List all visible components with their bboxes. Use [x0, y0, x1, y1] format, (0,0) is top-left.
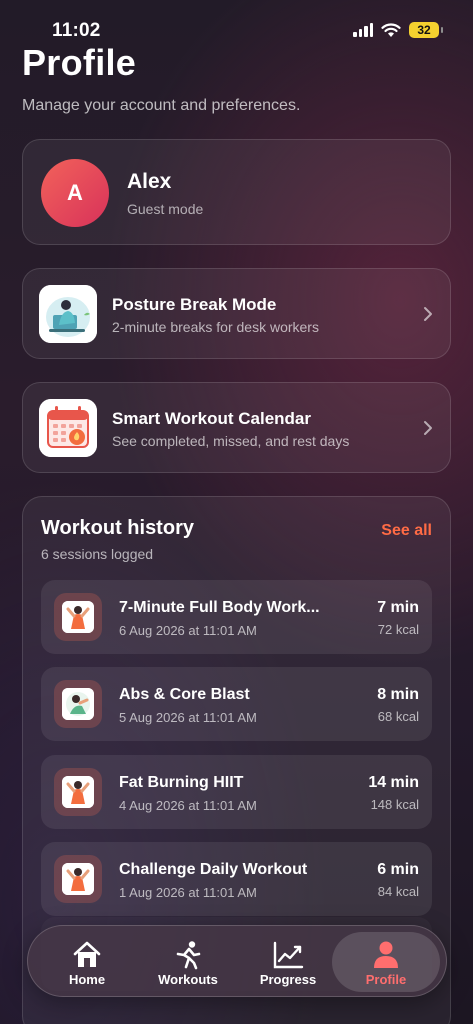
wifi-icon [381, 22, 401, 37]
chevron-right-icon [424, 421, 432, 435]
profile-card[interactable]: A Alex Guest mode [22, 139, 451, 245]
tab-progress[interactable]: Progress [238, 932, 338, 992]
workout-thumbnail-icon [54, 680, 102, 728]
profile-name: Alex [127, 170, 172, 193]
home-icon [73, 941, 101, 967]
status-icons: 32 [353, 22, 443, 38]
profile-status: Guest mode [127, 201, 204, 217]
session-duration: 7 min [377, 599, 419, 616]
session-date: 6 Aug 2026 at 11:01 AM [119, 623, 257, 638]
session-calories: 148 kcal [370, 797, 419, 812]
feature-description: 2-minute breaks for desk workers [112, 319, 319, 335]
session-name: Fat Burning HIIT [119, 774, 244, 791]
session-date: 1 Aug 2026 at 11:01 AM [119, 885, 257, 900]
history-row[interactable]: 7-Minute Full Body Work... 6 Aug 2026 at… [41, 580, 432, 654]
calendar-icon [39, 399, 97, 457]
chevron-right-icon [424, 307, 432, 321]
session-calories: 68 kcal [377, 709, 419, 724]
page-title: Profile [22, 42, 137, 83]
section-title: Workout history [41, 517, 194, 539]
history-row[interactable]: Abs & Core Blast 5 Aug 2026 at 11:01 AM … [41, 667, 432, 741]
status-bar: 11:02 32 [0, 0, 473, 44]
posture-illustration-icon [39, 285, 97, 343]
history-row[interactable]: Challenge Daily Workout 1 Aug 2026 at 11… [41, 842, 432, 916]
tab-label: Profile [365, 972, 407, 987]
session-duration: 6 min [377, 861, 419, 878]
tab-label: Progress [259, 972, 317, 987]
signal-icon [353, 23, 373, 37]
page-subtitle: Manage your account and preferences. [22, 97, 301, 114]
session-date: 5 Aug 2026 at 11:01 AM [119, 710, 257, 725]
person-icon [374, 941, 398, 968]
status-time: 11:02 [52, 20, 101, 41]
avatar: A [41, 159, 109, 227]
workout-thumbnail-icon [54, 593, 102, 641]
tab-bar: Home Workouts Progress Profile [27, 925, 447, 997]
posture-break-mode-row[interactable]: Posture Break Mode 2-minute breaks for d… [22, 268, 451, 359]
feature-title: Posture Break Mode [112, 295, 277, 314]
feature-description: See completed, missed, and rest days [112, 433, 350, 449]
history-row[interactable]: Fat Burning HIIT 4 Aug 2026 at 11:01 AM … [41, 755, 432, 829]
session-calories: 84 kcal [377, 884, 419, 899]
session-duration: 14 min [368, 774, 419, 791]
session-calories: 72 kcal [377, 622, 419, 637]
session-date: 4 Aug 2026 at 11:01 AM [119, 798, 257, 813]
feature-title: Smart Workout Calendar [112, 409, 312, 428]
session-duration: 8 min [377, 686, 419, 703]
see-all-link[interactable]: See all [381, 522, 432, 540]
battery-icon: 32 [409, 22, 443, 38]
session-name: Abs & Core Blast [119, 686, 250, 703]
tab-home[interactable]: Home [38, 932, 136, 992]
tab-label: Workouts [158, 972, 218, 987]
session-name: 7-Minute Full Body Work... [119, 599, 320, 616]
tab-workouts[interactable]: Workouts [138, 932, 238, 992]
session-name: Challenge Daily Workout [119, 861, 308, 878]
workout-thumbnail-icon [54, 855, 102, 903]
chart-icon [273, 941, 304, 969]
smart-workout-calendar-row[interactable]: Smart Workout Calendar See completed, mi… [22, 382, 451, 473]
tab-profile[interactable]: Profile [332, 932, 440, 992]
tab-label: Home [68, 972, 106, 987]
workout-thumbnail-icon [54, 768, 102, 816]
session-count: 6 sessions logged [41, 546, 154, 562]
running-icon [176, 941, 201, 970]
